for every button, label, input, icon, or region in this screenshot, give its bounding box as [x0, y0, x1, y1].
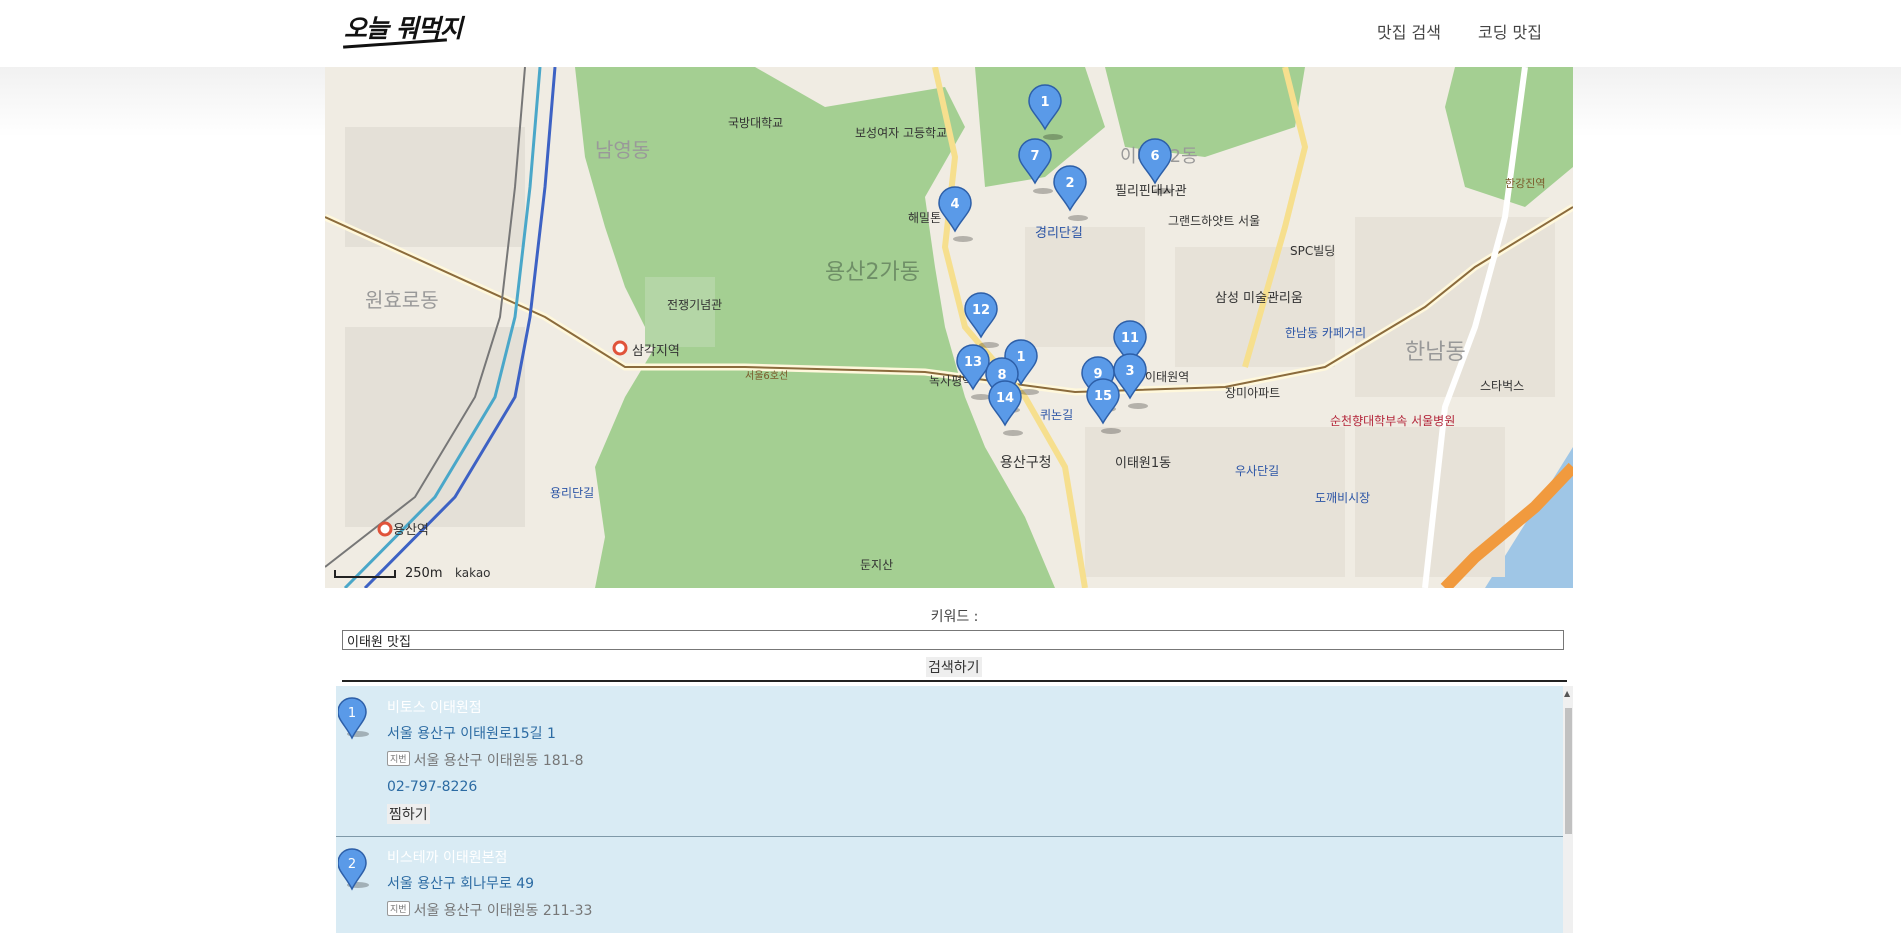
- map-label-wonhyoro: 원효로동: [365, 288, 439, 312]
- place-name[interactable]: 비스테까 이태원본점: [387, 847, 507, 867]
- map-label-war-memorial: 전쟁기념관: [667, 298, 722, 312]
- map-label-line6: 서울6호선: [745, 370, 788, 382]
- svg-text:6: 6: [1150, 149, 1159, 164]
- svg-text:13: 13: [964, 355, 982, 370]
- svg-text:3: 3: [1125, 364, 1134, 379]
- jibun-badge: 지번: [387, 751, 410, 766]
- favorite-button[interactable]: 찜하기: [387, 804, 430, 824]
- search-button[interactable]: 검색하기: [926, 657, 982, 677]
- place-name[interactable]: 비토스 이태원점: [387, 697, 482, 717]
- results-list[interactable]: 1 비토스 이태원점 서울 용산구 이태원로15길 1 지번 서울 용산구 이태원…: [336, 686, 1563, 933]
- svg-text:2: 2: [348, 857, 356, 872]
- svg-text:14: 14: [996, 391, 1014, 406]
- map-label-boseong: 보성여자 고등학교: [855, 126, 947, 140]
- map-label-yongsan2: 용산2가동: [825, 260, 920, 285]
- map-label-itaewon-station: 이태원역: [1145, 370, 1189, 384]
- kakao-logo: kakao: [455, 566, 491, 580]
- marker-1-icon: 1: [338, 697, 369, 740]
- map-label-usadan: 우사단길: [1235, 464, 1279, 478]
- map-label-samgakji: 삼각지역: [632, 344, 680, 359]
- road-address: 서울 용산구 회나무로 49: [387, 876, 535, 892]
- scroll-up-arrow-icon[interactable]: ▲: [1564, 689, 1570, 698]
- nav-coding-restaurant[interactable]: 코딩 맛집: [1478, 19, 1542, 43]
- map-label-philippine-embassy: 필리핀대사관: [1115, 184, 1187, 199]
- map-label-leeum: 삼성 미술관리움: [1215, 291, 1303, 306]
- search-divider: [342, 680, 1567, 682]
- nav-restaurant-search[interactable]: 맛집 검색: [1377, 19, 1441, 43]
- jibun-badge: 지번: [387, 901, 410, 916]
- scrollbar-thumb[interactable]: [1565, 708, 1572, 834]
- svg-text:11: 11: [1121, 331, 1139, 346]
- map-label-dokkaebi: 도깨비시장: [1315, 491, 1370, 505]
- jibun-address-row: 지번 서울 용산구 이태원동 211-33: [387, 900, 592, 920]
- list-item[interactable]: 2 비스테까 이태원본점 서울 용산구 회나무로 49 지번 서울 용산구 이태원…: [336, 837, 1563, 933]
- map-label-hangangjin: 한강진역: [1505, 177, 1545, 190]
- map-view[interactable]: 삼각지역 녹사평역 용산역 이태원역 용산2가동 한남동 남영동 원효로동 이태…: [325, 67, 1573, 588]
- map-label-gyeongnidan: 경리단길: [1035, 226, 1083, 241]
- svg-text:7: 7: [1030, 149, 1039, 164]
- map-label-jangmi: 장미아파트: [1225, 386, 1280, 400]
- map-label-hannam: 한남동: [1405, 340, 1466, 365]
- jibun-address: 서울 용산구 이태원동 181-8: [413, 753, 584, 769]
- map-label-kwinongil: 퀴논길: [1040, 408, 1073, 422]
- keyword-input[interactable]: [342, 630, 1564, 650]
- map-label-hamilton: 해밀톤: [908, 211, 941, 225]
- svg-text:1: 1: [348, 706, 356, 721]
- samgakji-station-icon[interactable]: [612, 340, 628, 356]
- map-label-yongridan: 용리단길: [550, 486, 594, 500]
- map-label-spc: SPC빌딩: [1290, 244, 1335, 258]
- svg-text:15: 15: [1094, 389, 1112, 404]
- map-label-starbucks: 스타벅스: [1480, 379, 1524, 393]
- map-label-gukbang: 국방대학교: [728, 116, 783, 130]
- marker-2-icon: 2: [338, 848, 369, 891]
- map-label-soonchunhyang: 순천향대학부속 서울병원: [1330, 413, 1455, 428]
- map-label-grand-hyatt: 그랜드하얏트 서울: [1168, 214, 1260, 228]
- map-label-hannam-cafe: 한남동 카페거리: [1285, 326, 1366, 340]
- svg-text:4: 4: [950, 197, 959, 212]
- map-label-dunjisan: 둔지산: [860, 558, 893, 572]
- jibun-address-row: 지번 서울 용산구 이태원동 181-8: [387, 750, 584, 770]
- map-scale-label: 250m: [405, 566, 442, 581]
- svg-text:2: 2: [1065, 176, 1074, 191]
- keyword-label: 키워드 :: [930, 609, 979, 625]
- jibun-address: 서울 용산구 이태원동 211-33: [413, 903, 593, 919]
- top-header: 오늘 뭐먹지 맛집 검색 코딩 맛집: [0, 0, 1901, 67]
- yongsan-station-icon[interactable]: [377, 521, 393, 537]
- map-label-namyeong: 남영동: [595, 138, 650, 162]
- phone-number: 02-797-8226: [387, 779, 478, 795]
- list-item[interactable]: 1 비토스 이태원점 서울 용산구 이태원로15길 1 지번 서울 용산구 이태원…: [336, 686, 1563, 837]
- svg-text:1: 1: [1016, 350, 1025, 365]
- road-address: 서울 용산구 이태원로15길 1: [387, 726, 556, 742]
- svg-text:12: 12: [972, 303, 990, 318]
- map-label-yongsan-station: 용산역: [393, 523, 429, 538]
- map-label-yongsan-office: 용산구청: [1000, 455, 1052, 471]
- map-label-itaewon1: 이태원1동: [1115, 456, 1171, 471]
- war-memorial-grounds: [645, 277, 715, 347]
- svg-text:1: 1: [1040, 95, 1049, 110]
